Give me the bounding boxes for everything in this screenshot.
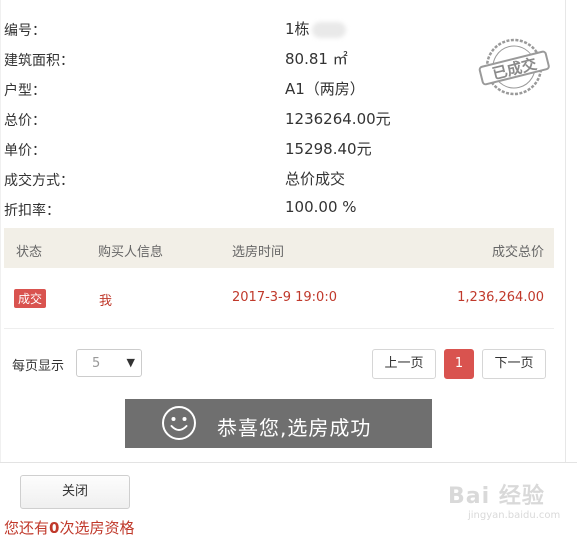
footer-divider xyxy=(0,462,577,463)
per-page-label: 每页显示 xyxy=(12,359,65,374)
prev-page-button[interactable]: 上一页 xyxy=(372,349,436,379)
info-label: 成交方式： xyxy=(4,173,74,189)
close-button[interactable]: 关闭 xyxy=(20,475,130,509)
time-cell: 2017-3-9 19:0:0 xyxy=(232,290,337,305)
header-time: 选房时间 xyxy=(232,245,285,260)
panel-right-border xyxy=(565,0,566,462)
info-row-layout: 户型： A1（两房） xyxy=(4,73,544,103)
info-value: 1栋 xyxy=(285,18,346,39)
per-page-value: 5 xyxy=(92,356,101,371)
info-value: 80.81 ㎡ xyxy=(285,50,348,68)
house-selection-result-page: 编号： 1栋 建筑面积： 80.81 ㎡ 户型： A1（两房） 总价： 1236… xyxy=(0,0,577,538)
info-row-unit-price: 单价： 15298.40元 xyxy=(4,133,544,163)
buyer-cell: 我 xyxy=(99,294,113,309)
per-page-select[interactable]: 5 ▼ xyxy=(76,349,142,377)
info-row-area: 建筑面积： 80.81 ㎡ xyxy=(4,43,544,73)
sold-stamp-icon: 已成交 xyxy=(478,38,550,96)
watermark-logo: Bai 经验 xyxy=(448,484,545,509)
records-table-header: 状态 购买人信息 选房时间 成交总价 xyxy=(4,228,554,268)
header-buyer: 购买人信息 xyxy=(98,245,164,260)
panel-left-border xyxy=(0,0,1,462)
info-label: 编号： xyxy=(4,23,46,39)
redacted-blur xyxy=(311,21,346,38)
page-number-button[interactable]: 1 xyxy=(444,349,474,379)
dropdown-arrow-icon: ▼ xyxy=(126,356,135,369)
baidu-jingyan-watermark: Bai 经验 jingyan.baidu.com xyxy=(448,472,561,528)
house-info-list: 编号： 1栋 建筑面积： 80.81 ㎡ 户型： A1（两房） 总价： 1236… xyxy=(4,13,544,223)
info-row-total-price: 总价： 1236264.00元 xyxy=(4,103,544,133)
selection-quota-text: 您还有0次选房资格 xyxy=(4,519,135,537)
next-page-button[interactable]: 下一页 xyxy=(482,349,546,379)
info-value: 100.00 % xyxy=(285,198,357,216)
total-cell: 1,236,264.00 xyxy=(457,290,544,305)
status-cell: 成交 xyxy=(14,289,47,308)
info-value: A1（两房） xyxy=(285,80,365,98)
watermark-url: jingyan.baidu.com xyxy=(468,510,561,521)
header-status: 状态 xyxy=(16,245,43,260)
info-row-number: 编号： 1栋 xyxy=(4,13,544,43)
status-badge: 成交 xyxy=(14,289,47,308)
info-row-deal-method: 成交方式： 总价成交 xyxy=(4,163,544,193)
info-row-discount: 折扣率： 100.00 % xyxy=(4,193,544,223)
toast-message: 恭喜您,选房成功 xyxy=(217,416,372,440)
table-row: 成交 我 2017-3-9 19:0:0 1,236,264.00 xyxy=(4,268,554,329)
info-label: 单价： xyxy=(4,143,46,159)
info-label: 建筑面积： xyxy=(4,53,74,69)
info-label: 折扣率： xyxy=(4,203,60,219)
info-value: 总价成交 xyxy=(285,170,346,188)
success-toast: 恭喜您,选房成功 xyxy=(125,399,432,448)
info-value: 1236264.00元 xyxy=(285,110,391,128)
info-label: 户型： xyxy=(4,83,46,99)
info-label: 总价： xyxy=(4,113,46,129)
info-value: 15298.40元 xyxy=(285,140,372,158)
smiley-icon xyxy=(162,406,196,440)
header-total: 成交总价 xyxy=(491,245,544,260)
quota-count: 0 xyxy=(49,519,60,537)
